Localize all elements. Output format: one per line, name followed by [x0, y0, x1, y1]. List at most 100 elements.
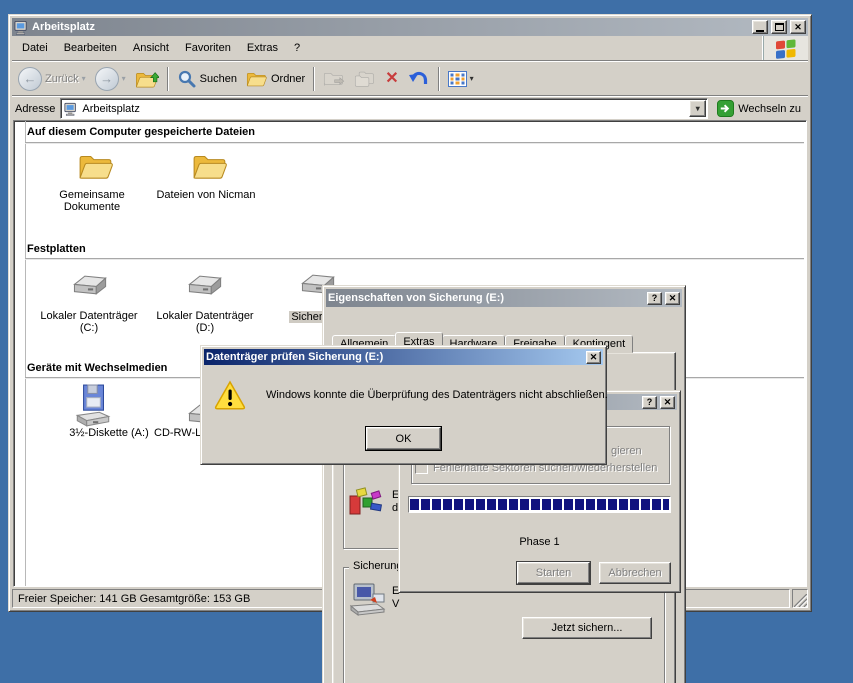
close-button[interactable]: ✕: [790, 20, 806, 34]
my-computer-icon: [14, 20, 27, 35]
section-title-files: Auf diesem Computer gespeicherte Dateien: [27, 126, 256, 138]
item-label[interactable]: Lokaler Datenträger (D:): [155, 310, 255, 334]
close-icon: ✕: [668, 292, 677, 303]
folder-item-dateien-von-nicman[interactable]: [192, 151, 228, 184]
copy-to-icon: [355, 71, 374, 87]
backup-now-button[interactable]: Jetzt sichern...: [522, 617, 652, 639]
hard-drive-icon: [73, 275, 107, 295]
go-arrow-icon: [717, 100, 735, 117]
backup-icon: [348, 582, 388, 619]
fix-errors-label-fragment: gieren: [611, 445, 642, 457]
close-icon: ✕: [589, 351, 598, 362]
windows-logo-icon: [775, 39, 795, 59]
divider: [25, 121, 26, 586]
message-text: Windows konnte die Überprüfung des Daten…: [266, 389, 608, 401]
minimize-icon: [756, 29, 764, 32]
minimize-button[interactable]: [752, 20, 768, 34]
drive-item-d[interactable]: [184, 273, 224, 303]
ok-button[interactable]: OK: [366, 427, 441, 450]
folders-label: Ordner: [270, 72, 306, 85]
forward-icon: →: [94, 66, 119, 91]
help-button[interactable]: ?: [647, 291, 662, 305]
divider: [25, 142, 804, 143]
maximize-icon: [774, 23, 784, 31]
separator: [313, 66, 316, 91]
floppy-disk-icon: [75, 384, 111, 427]
address-input[interactable]: Arbeitsplatz ▾: [60, 98, 709, 119]
progress-bar: [408, 496, 671, 513]
separator: [166, 66, 169, 91]
close-button[interactable]: ✕: [586, 350, 601, 364]
section-title-removable: Geräte mit Wechselmedien: [27, 362, 168, 374]
item-label[interactable]: Gemeinsame Dokumente: [36, 189, 148, 213]
delete-button[interactable]: ✕: [381, 64, 402, 94]
help-button[interactable]: ?: [642, 395, 657, 409]
titlebar[interactable]: Arbeitsplatz ✕: [12, 18, 808, 36]
back-caret-icon[interactable]: ▾: [82, 74, 86, 83]
warning-icon: [214, 380, 246, 413]
close-button[interactable]: ✕: [660, 395, 675, 409]
help-icon: ?: [651, 292, 658, 303]
undo-button[interactable]: [404, 64, 434, 94]
backup-text-fragment: V: [392, 598, 400, 610]
floppy-item-a[interactable]: [74, 384, 112, 431]
help-icon: ?: [646, 396, 653, 407]
up-button[interactable]: [131, 64, 163, 94]
menu-datei[interactable]: Datei: [14, 40, 56, 56]
delete-icon: ✕: [385, 69, 399, 87]
progress-fill: [410, 499, 669, 510]
address-value: Arbeitsplatz: [82, 102, 140, 115]
desktop: Arbeitsplatz ✕ Datei Bearbeiten Ansicht …: [0, 0, 853, 683]
address-label: Adresse: [15, 102, 56, 115]
move-to-icon: [324, 73, 345, 86]
messagebox-titlebar[interactable]: Datenträger prüfen Sicherung (E:) ✕: [204, 349, 603, 365]
menu-ansicht[interactable]: Ansicht: [125, 40, 177, 56]
back-button[interactable]: ← Zurück ▾: [14, 64, 90, 94]
close-icon: ✕: [794, 21, 802, 32]
address-dropdown-button[interactable]: ▾: [689, 100, 707, 117]
divider: [25, 258, 804, 259]
menu-extras[interactable]: Extras: [239, 40, 286, 56]
go-label: Wechseln zu: [738, 102, 801, 115]
properties-titlebar[interactable]: Eigenschaften von Sicherung (E:) ? ✕: [326, 289, 682, 307]
windows-logo-panel: [762, 36, 808, 60]
up-folder-icon: [135, 71, 159, 87]
folder-item-gemeinsame-dokumente[interactable]: [78, 151, 114, 184]
menubar: Datei Bearbeiten Ansicht Favoriten Extra…: [12, 36, 808, 60]
search-button[interactable]: Suchen: [173, 64, 241, 94]
folder-icon: [193, 155, 227, 179]
start-button[interactable]: Starten: [517, 562, 590, 584]
defrag-icon: [348, 487, 384, 520]
menu-favoriten[interactable]: Favoriten: [177, 40, 239, 56]
hard-drive-icon: [188, 275, 222, 295]
search-icon: [178, 70, 196, 87]
item-label[interactable]: Dateien von Nicman: [150, 189, 262, 201]
resize-grip[interactable]: [792, 589, 808, 608]
drive-item-c[interactable]: [69, 273, 109, 303]
back-icon: ←: [18, 66, 42, 91]
views-icon: [447, 70, 467, 87]
forward-button[interactable]: → ▾: [91, 64, 130, 94]
addressbar: Adresse Arbeitsplatz ▾ Wechseln zu: [12, 97, 808, 120]
maximize-button[interactable]: [771, 20, 787, 34]
cancel-button[interactable]: Abbrechen: [599, 562, 671, 584]
copy-to-button[interactable]: [350, 64, 380, 94]
views-button[interactable]: ▾: [444, 64, 478, 94]
menu-hilfe[interactable]: ?: [286, 40, 308, 56]
forward-caret-icon[interactable]: ▾: [122, 74, 126, 83]
dialog-title: Eigenschaften von Sicherung (E:): [328, 292, 505, 304]
separator: [437, 66, 440, 91]
resize-grip-icon: [794, 594, 807, 607]
close-icon: ✕: [663, 396, 672, 407]
menu-bearbeiten[interactable]: Bearbeiten: [56, 40, 125, 56]
move-to-button[interactable]: [319, 64, 349, 94]
item-label[interactable]: Lokaler Datenträger (C:): [39, 310, 139, 334]
checkdisk-message-box: Datenträger prüfen Sicherung (E:) ✕ Wind…: [200, 345, 608, 465]
section-title-drives: Festplatten: [27, 243, 86, 255]
window-title: Arbeitsplatz: [32, 21, 95, 33]
folders-button[interactable]: Ordner: [242, 64, 309, 94]
close-button[interactable]: ✕: [665, 291, 680, 305]
toolbar: ← Zurück ▾ → ▾ Suchen Ordner ✕ ▾: [12, 62, 808, 95]
go-button[interactable]: Wechseln zu: [713, 98, 805, 119]
phase-label: Phase 1: [519, 536, 560, 548]
